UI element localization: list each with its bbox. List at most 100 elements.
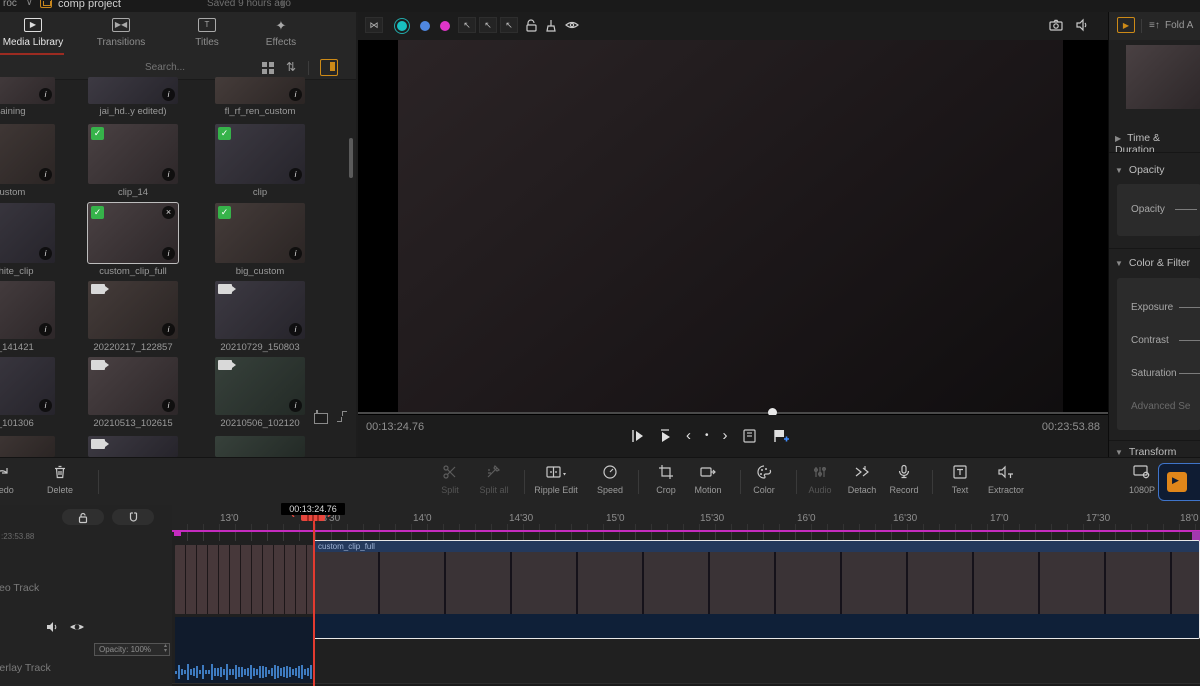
marker-color-magenta[interactable] <box>440 21 450 31</box>
tab-effects[interactable]: ✦ Effects <box>236 16 326 56</box>
home-icon[interactable] <box>40 0 52 8</box>
crop-button[interactable]: Crop <box>644 464 688 495</box>
info-icon[interactable]: i <box>39 399 52 412</box>
snap-edges-icon[interactable]: ↖ <box>458 17 476 33</box>
motion-button[interactable]: Motion <box>686 464 730 495</box>
audio-button[interactable]: Audio <box>798 464 842 495</box>
divider <box>638 470 639 494</box>
info-icon[interactable]: i <box>39 247 52 260</box>
color-button[interactable]: Color <box>742 464 786 495</box>
opacity-slider[interactable] <box>1175 209 1197 210</box>
play-from-start-icon[interactable] <box>630 428 644 444</box>
ripple-edit-button[interactable]: Ripple Edit <box>528 464 584 495</box>
marker-color-cyan[interactable] <box>394 18 410 34</box>
info-icon[interactable]: i <box>289 168 302 181</box>
next-frame-icon[interactable]: › <box>723 427 728 444</box>
info-icon[interactable]: i <box>39 168 52 181</box>
tab-transitions[interactable]: ▶◀ Transitions <box>76 16 166 56</box>
cleanup-brush-icon[interactable] <box>544 18 558 33</box>
media-item[interactable] <box>0 436 55 457</box>
media-item[interactable]: i <box>0 77 55 104</box>
add-marker-icon[interactable] <box>772 428 790 444</box>
export-button[interactable] <box>1158 463 1200 501</box>
delete-button[interactable]: Delete <box>38 464 82 495</box>
media-item[interactable]: ✓i <box>88 124 178 184</box>
info-icon[interactable]: i <box>162 399 175 412</box>
track-opacity-stepper[interactable]: Opacity: 100%▴▾ <box>94 643 170 656</box>
media-item[interactable]: i <box>88 77 178 104</box>
flip-tool-icon[interactable]: ⋈ <box>365 17 383 33</box>
mute-speaker-icon[interactable] <box>1074 18 1090 32</box>
info-icon[interactable]: i <box>39 88 52 101</box>
marker-color-blue[interactable] <box>420 21 430 31</box>
info-icon[interactable]: i <box>289 88 302 101</box>
snapshot-camera-icon[interactable] <box>1048 18 1064 32</box>
media-item[interactable]: ✓i <box>215 124 305 184</box>
info-icon[interactable]: i <box>162 168 175 181</box>
media-item[interactable]: i <box>88 357 178 415</box>
track-lock-button[interactable] <box>62 509 104 525</box>
media-item[interactable]: i <box>0 124 55 184</box>
info-icon[interactable]: i <box>39 323 52 336</box>
detach-button[interactable]: Detach <box>840 464 884 495</box>
search-input[interactable] <box>80 59 250 76</box>
contrast-slider[interactable] <box>1179 340 1200 341</box>
tab-media-library[interactable]: ▶ Media Library <box>0 16 78 56</box>
grid-view-icon[interactable] <box>262 62 274 74</box>
fold-all-button[interactable]: Fold A <box>1165 20 1193 31</box>
library-scrollbar[interactable] <box>349 138 353 178</box>
section-opacity[interactable]: ▼Opacity <box>1115 164 1165 176</box>
snapshot-frame-icon[interactable] <box>742 428 758 444</box>
snap-magnet-button[interactable] <box>112 509 154 525</box>
sort-icon[interactable]: ⇅ <box>286 60 296 74</box>
preview-scrub-bar[interactable] <box>358 412 1108 414</box>
play-icon[interactable] <box>658 428 672 444</box>
media-item[interactable] <box>88 436 178 457</box>
info-icon[interactable]: i <box>162 88 175 101</box>
compact-view-icon[interactable] <box>316 410 318 423</box>
speed-button[interactable]: Speed <box>588 464 632 495</box>
video-properties-icon[interactable]: ▶ <box>1117 17 1135 33</box>
text-button[interactable]: Text <box>938 464 982 495</box>
media-item[interactable] <box>215 436 305 457</box>
redo-button[interactable]: Redo <box>0 464 20 495</box>
snap-guides-icon[interactable]: ↖ <box>500 17 518 33</box>
advanced-settings-link[interactable]: Advanced Se <box>1131 401 1191 412</box>
media-item[interactable]: i <box>215 281 305 339</box>
video-viewport[interactable] <box>358 40 1108 412</box>
section-color-filter[interactable]: ▼Color & Filter <box>1115 257 1190 269</box>
snap-grid-icon[interactable]: ↖ <box>479 17 497 33</box>
media-item[interactable]: i <box>0 203 55 263</box>
media-item[interactable]: i <box>215 77 305 104</box>
media-item-label: custom <box>0 187 73 198</box>
record-button[interactable]: Record <box>882 464 926 495</box>
info-icon[interactable]: i <box>289 399 302 412</box>
split-all-button[interactable]: Split all <box>472 464 516 495</box>
media-item[interactable]: i <box>0 281 55 339</box>
eye-icon[interactable] <box>564 18 580 32</box>
exposure-slider[interactable] <box>1179 307 1200 308</box>
close-icon[interactable]: × <box>162 206 175 219</box>
lock-icon[interactable] <box>524 18 538 33</box>
info-icon[interactable]: i <box>289 247 302 260</box>
media-item[interactable]: i <box>88 281 178 339</box>
split-button[interactable]: Split <box>428 464 472 495</box>
media-item[interactable]: ✓i <box>215 203 305 263</box>
media-item[interactable]: i <box>0 357 55 415</box>
extractor-button[interactable]: Extractor <box>980 464 1032 495</box>
info-icon[interactable]: i <box>162 247 175 260</box>
saturation-slider[interactable] <box>1179 373 1200 374</box>
track-visibility-icon[interactable] <box>68 620 86 634</box>
track-mute-icon[interactable] <box>44 620 60 634</box>
app-menu[interactable]: roc <box>3 0 17 9</box>
timeline-clip-1[interactable] <box>175 545 313 614</box>
timeline-clip-2-selected[interactable]: custom_clip_full <box>313 540 1200 639</box>
info-icon[interactable]: i <box>162 323 175 336</box>
media-item-selected[interactable]: ✓×i <box>88 203 178 263</box>
info-icon[interactable]: i <box>289 323 302 336</box>
previous-frame-icon[interactable]: ‹ <box>686 427 691 444</box>
panel-collapse-icon[interactable] <box>320 59 338 76</box>
playhead-line[interactable] <box>313 505 315 686</box>
section-transform[interactable]: ▼Transform <box>1115 446 1176 457</box>
media-item[interactable]: i <box>215 357 305 415</box>
